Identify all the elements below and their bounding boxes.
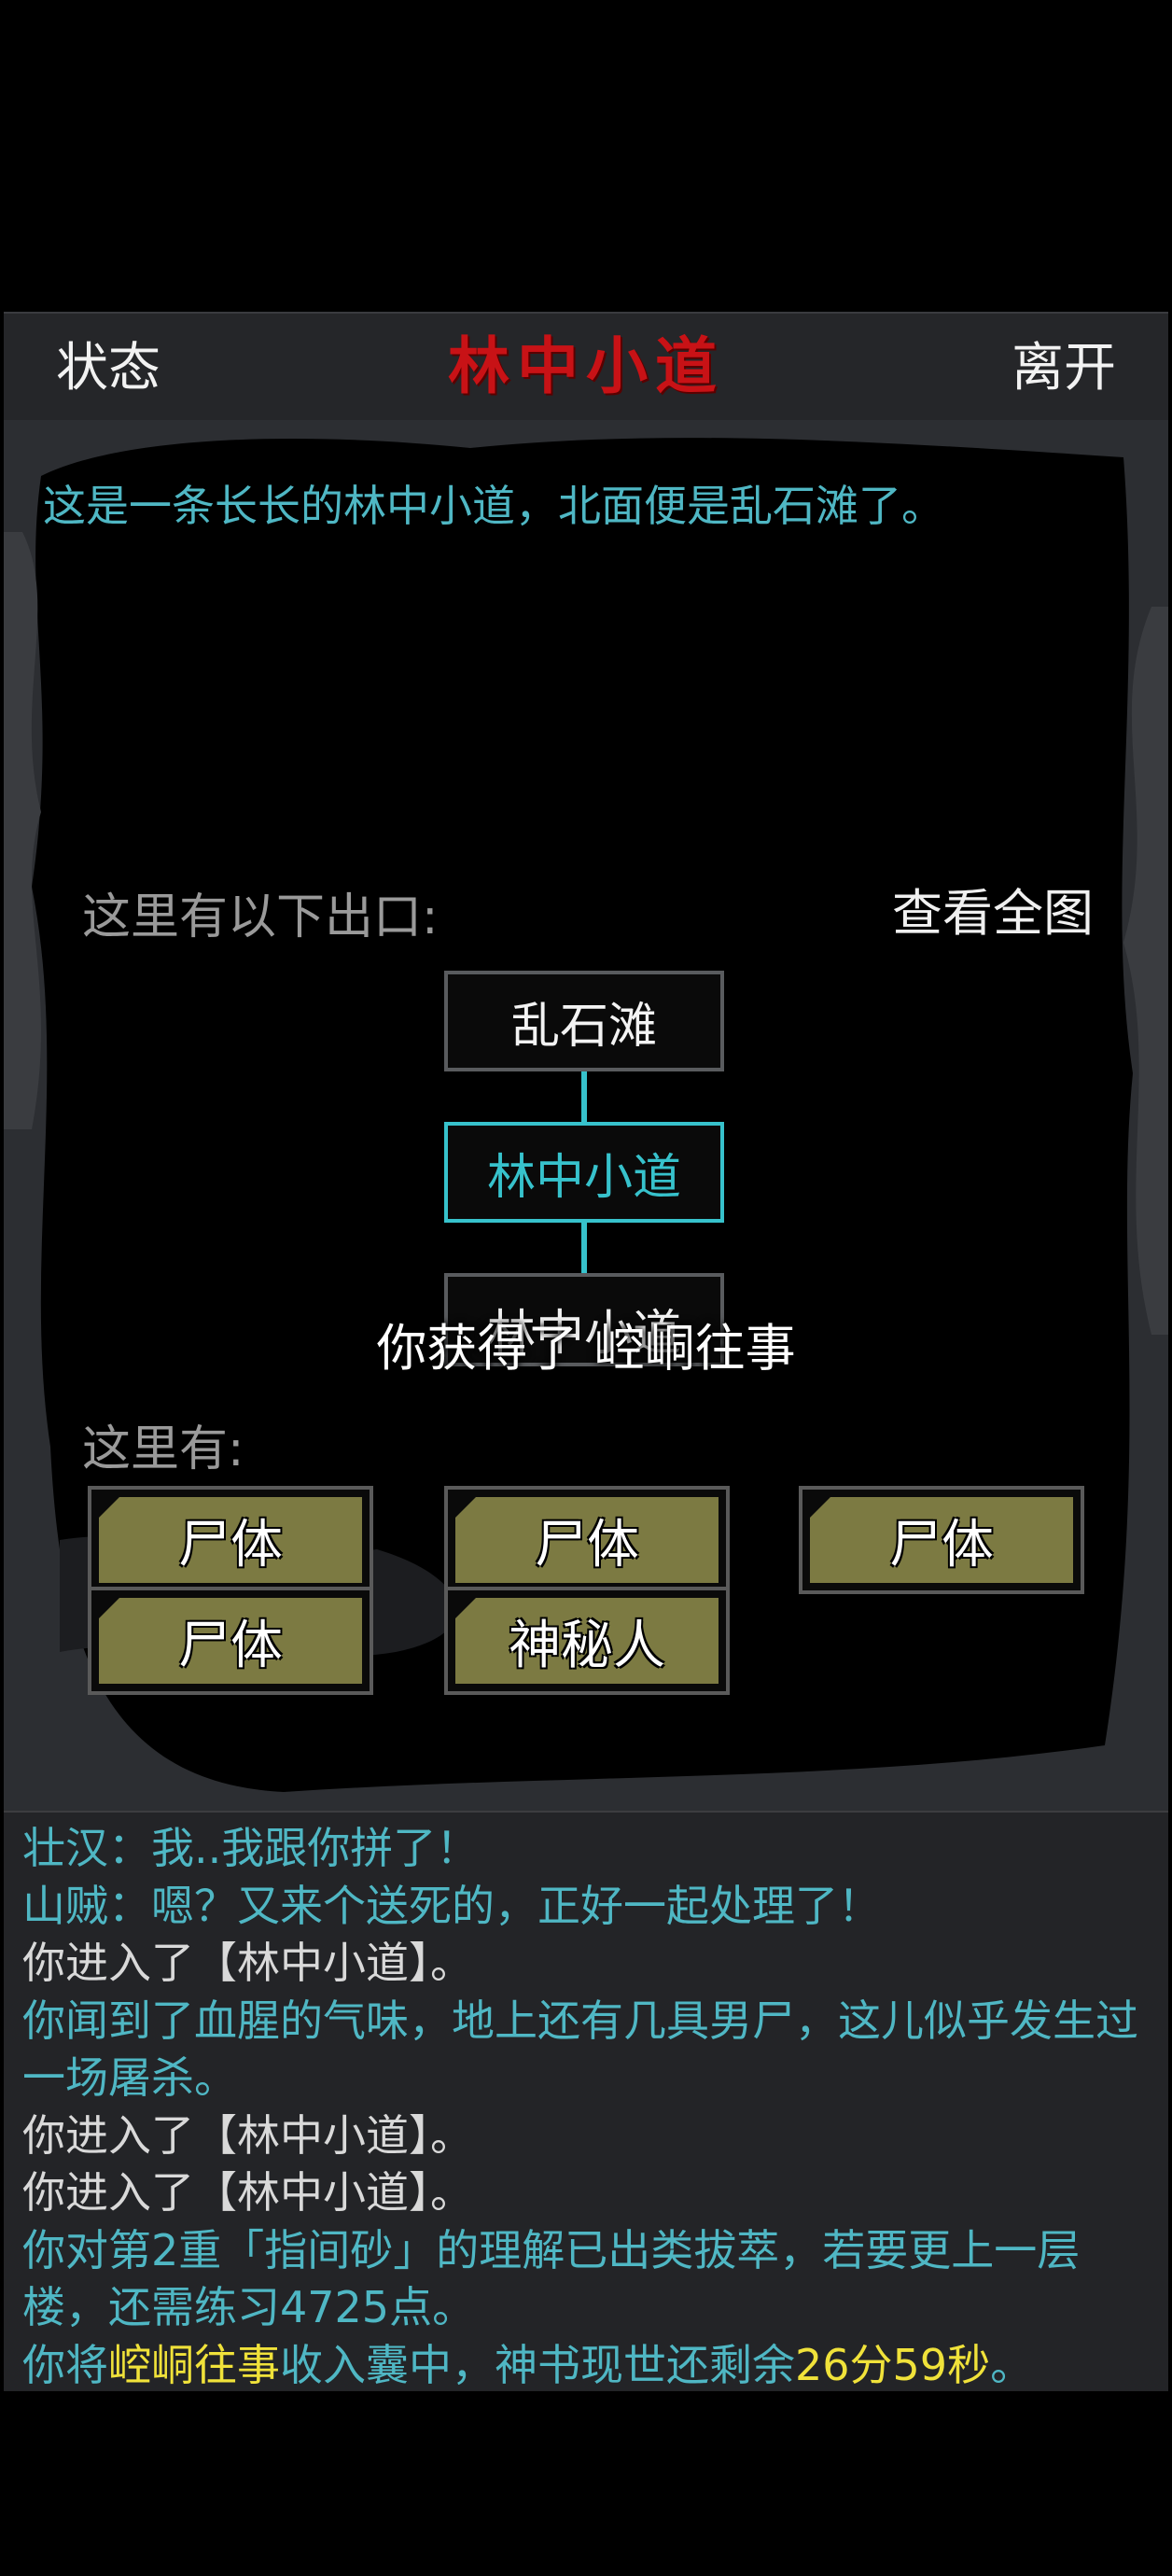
npc-label: 尸体	[455, 1497, 719, 1583]
npc-button-mysterious-person[interactable]: 神秘人	[444, 1587, 730, 1695]
log-line: 山贼：嗯？又来个送死的，正好一起处理了！	[22, 1880, 881, 1931]
current-room-label: 林中小道	[486, 1149, 681, 1206]
npc-label: 尸体	[810, 1497, 1073, 1583]
message-log[interactable]: 壮汉：我..我跟你拼了！ 山贼：嗯？又来个送死的，正好一起处理了！ 你进入了【林…	[4, 1811, 1168, 2391]
log-text: 你将	[22, 2339, 108, 2390]
leave-button[interactable]: 离开	[1012, 336, 1116, 401]
log-line: 你进入了【林中小道】。	[22, 1938, 473, 1988]
npc-button-corpse-1[interactable]: 尸体	[88, 1486, 373, 1594]
scene-description: 这是一条长长的林中小道，北面便是乱石滩了。	[43, 481, 944, 531]
log-text: 收入囊中，神书现世还剩余	[280, 2339, 795, 2390]
npc-label: 神秘人	[455, 1598, 719, 1684]
map-connector	[581, 1071, 587, 1122]
here-label: 这里有:	[82, 1421, 244, 1477]
log-text: 。	[990, 2339, 1034, 2390]
log-line: 你进入了【林中小道】。	[22, 2167, 473, 2218]
map-connector	[581, 1223, 587, 1273]
npc-button-corpse-3[interactable]: 尸体	[799, 1486, 1084, 1594]
log-line: 你闻到了血腥的气味，地上还有几具男尸，这儿似乎发生过一场屠杀。	[22, 1995, 1138, 2104]
npc-label: 尸体	[99, 1598, 362, 1684]
item-obtained-toast: 你获得了 崆峒往事	[376, 1319, 796, 1378]
exits-label: 这里有以下出口:	[82, 889, 439, 945]
log-line: 你对第2重「指间砂」的理解已出类拔萃，若要更上一层楼，还需练习4725点。	[22, 2224, 1081, 2333]
game-frame: 状态 林中小道 离开 这是一条长长的林中小道，北面便是乱石滩了。 这里有以下出口…	[4, 312, 1168, 2391]
npc-button-corpse-4[interactable]: 尸体	[88, 1587, 373, 1695]
current-room-box: 林中小道	[444, 1122, 724, 1223]
log-line: 你将崆峒往事收入囊中，神书现世还剩余26分59秒。	[22, 2337, 1153, 2395]
log-line: 你进入了【林中小道】。	[22, 2109, 473, 2161]
exit-north-label: 乱石滩	[510, 998, 657, 1055]
exit-north-button[interactable]: 乱石滩	[444, 971, 724, 1071]
view-full-map-button[interactable]: 查看全图	[892, 872, 1094, 945]
item-name-highlight: 崆峒往事	[108, 2339, 280, 2390]
room-title: 林中小道	[448, 329, 724, 402]
countdown-highlight: 26分59秒	[795, 2339, 991, 2390]
top-bar: 状态 林中小道 离开	[4, 312, 1168, 422]
log-line: 壮汉：我..我跟你拼了！	[22, 1823, 480, 1873]
scene-panel: 这是一条长长的林中小道，北面便是乱石滩了。 这里有以下出口: 查看全图 乱石滩 …	[4, 420, 1168, 1811]
npc-label: 尸体	[99, 1497, 362, 1583]
npc-button-corpse-2[interactable]: 尸体	[444, 1486, 730, 1594]
